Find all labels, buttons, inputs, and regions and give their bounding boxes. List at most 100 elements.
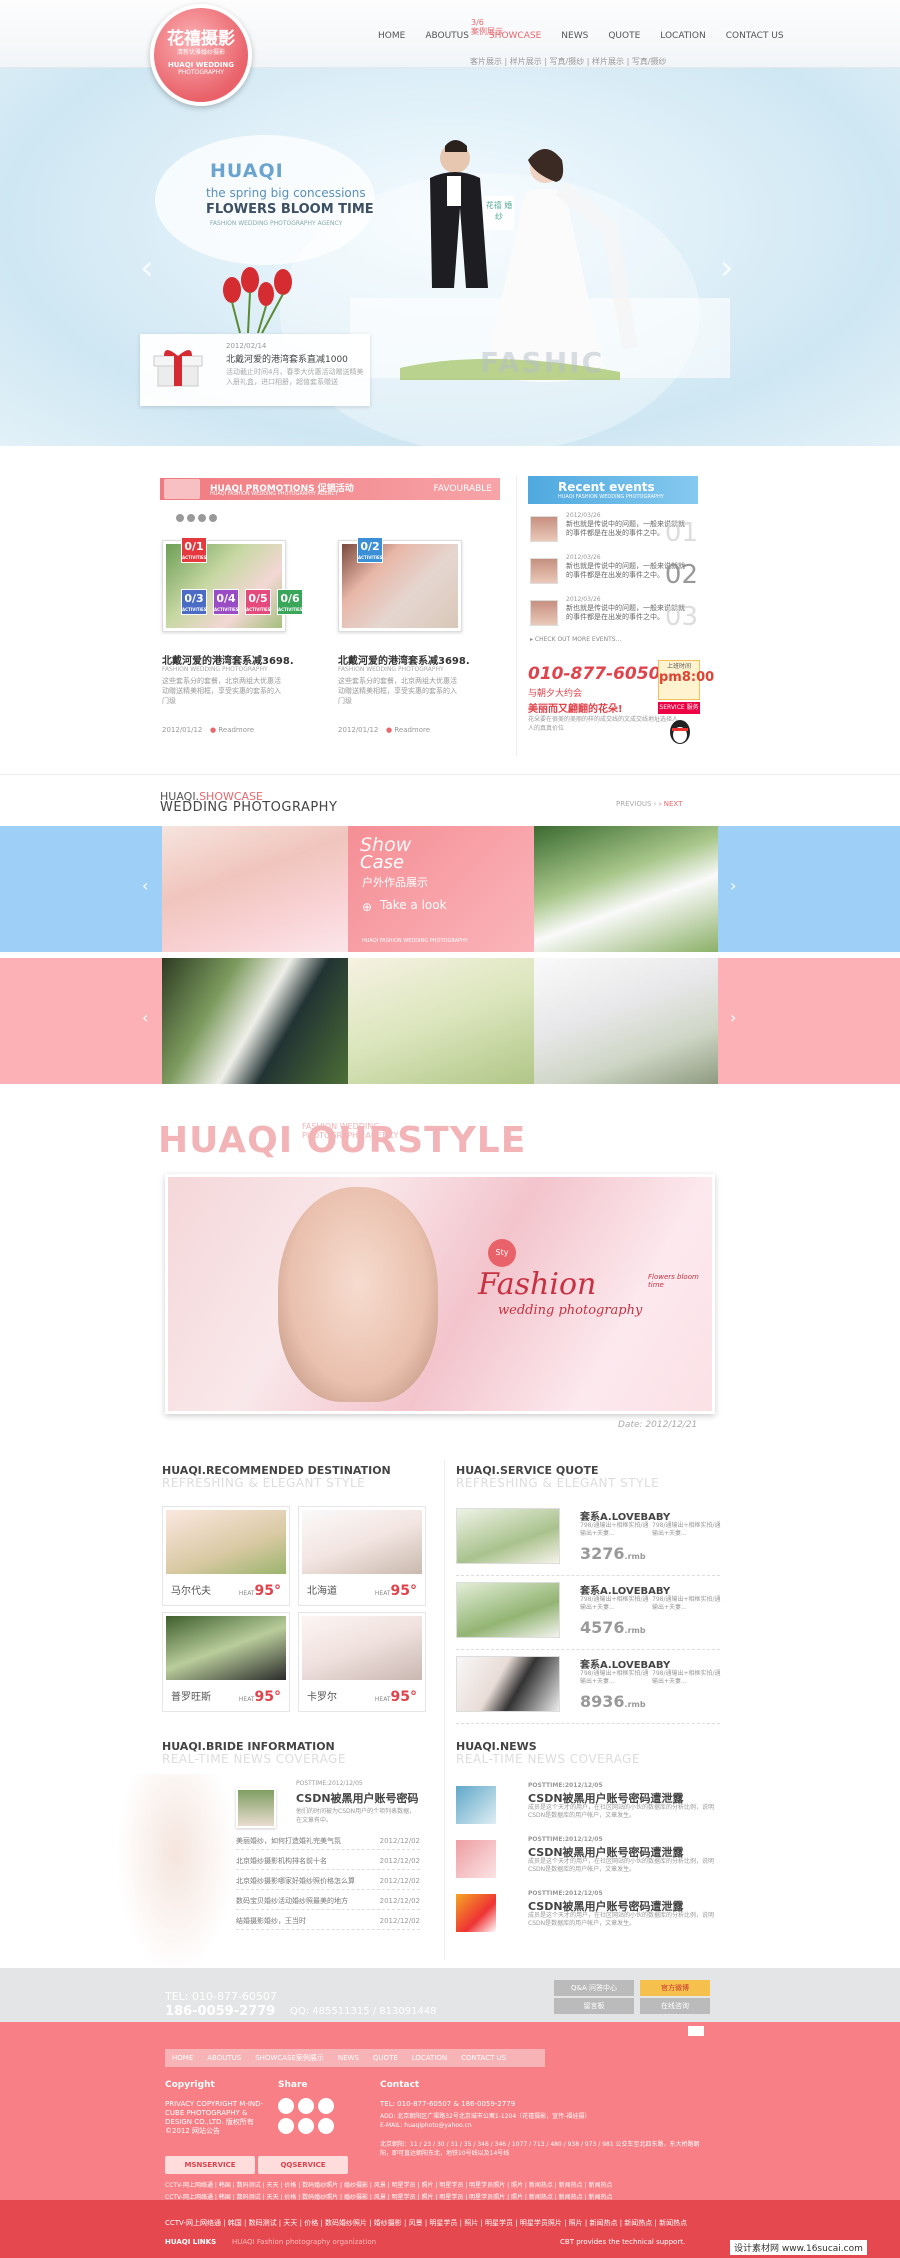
share-icon[interactable] <box>298 2098 314 2114</box>
bride-thumb[interactable] <box>236 1788 276 1828</box>
event-date: 2012/03/26 <box>566 596 601 603</box>
follow-button[interactable]: 在线咨询 <box>640 1998 710 2014</box>
promo-card-title[interactable]: 北戴河爱的港湾套系减3698. <box>338 652 470 667</box>
banner-news-box[interactable]: 2012/02/14 北戴河爱的港湾套系直减1000 活动截止时间4月，春季大优… <box>140 334 370 406</box>
activity-badge[interactable]: 0/5 ACTIVITIES <box>245 589 271 615</box>
prev-icon[interactable]: ‹ <box>654 800 657 808</box>
share-icon[interactable] <box>278 2098 294 2114</box>
activity-badge[interactable]: 0/6 ACTIVITIES <box>277 589 303 615</box>
row-next-arrow[interactable]: › <box>730 876 736 895</box>
service-item[interactable]: 套系A.LOVEBABY 798/通输出+相框实拍/通输出+夫妻... 798/通输… <box>456 1504 721 1576</box>
bride-row[interactable]: 2012/12/02 结婚摄影婚纱，王当时 <box>236 1912 420 1930</box>
nav-quote[interactable]: QUOTE <box>598 30 650 42</box>
fashion-feature-photo[interactable]: Sty Fashion Flowers bloom time wedding p… <box>165 1174 715 1414</box>
news-item[interactable]: POSTTIME:2012/12/05 CSDN被黑用户账号密码遭泄露 成员是这个天… <box>456 1890 720 1944</box>
footer-nav-home[interactable]: HOME <box>165 2054 200 2062</box>
promo-card-readmore[interactable]: ● Readmore <box>386 726 430 734</box>
service-item[interactable]: 套系A.LOVEBABY 798/通输出+相框实拍/通输出+夫妻... 798/通输… <box>456 1652 721 1724</box>
bride-row[interactable]: 2012/12/02 北京婚纱摄影机构排名前十名 <box>236 1852 420 1870</box>
share-icon[interactable] <box>278 2118 294 2134</box>
nav-showcase[interactable]: SHOWCASE <box>479 30 551 42</box>
showcase-photo[interactable] <box>348 958 534 1084</box>
activity-badge[interactable]: 0/1 ACTIVITIES <box>181 537 207 563</box>
share-icon[interactable] <box>298 2118 314 2134</box>
qq-service-button[interactable]: SERVICE 服务 <box>658 702 700 714</box>
promo-card-date: 2012/01/12 <box>338 726 379 734</box>
pager-dot[interactable] <box>176 514 184 522</box>
qa-button[interactable]: Q&A 问答中心 <box>554 1980 634 1996</box>
divider <box>0 774 900 775</box>
nav-news[interactable]: NEWS <box>551 30 598 42</box>
nav-aboutus[interactable]: ABOUTUS <box>415 30 479 42</box>
bride-row[interactable]: 2012/12/02 北京婚纱摄影哪家好婚纱照价格怎么算 <box>236 1872 420 1890</box>
footer-nav-aboutus[interactable]: ABOUTUS <box>200 2054 248 2062</box>
recent-sub: HUAQI FASHION WEDDING PHOTOGRAPHY <box>558 494 664 500</box>
nav-contact[interactable]: CONTACT US <box>716 30 794 42</box>
promo-card-1[interactable]: 0/1 ACTIVITIES 0/3 ACTIVITIES 0/4 ACTIVITIE… <box>162 537 303 632</box>
banner-next-arrow[interactable]: › <box>720 248 734 288</box>
flag-icon[interactable] <box>688 2026 704 2036</box>
bride-row[interactable]: 2012/12/02 数码宝贝婚纱活动婚纱照最美的地方 <box>236 1892 420 1910</box>
recent-events-header: Recent events HUAQI FASHION WEDDING PHOTO… <box>528 476 698 504</box>
bride-sub: REAL-TIME NEWS COVERAGE <box>162 1752 346 1766</box>
showcase-photo[interactable] <box>534 826 718 952</box>
footer-nav-news[interactable]: NEWS <box>331 2054 366 2062</box>
bride-row[interactable]: 2012/12/02 美丽婚纱，如何打造婚礼完美气氛 <box>236 1832 420 1850</box>
showcase-photo[interactable] <box>162 826 348 952</box>
destination-card[interactable]: 北海道 HEAT95° <box>298 1506 426 1606</box>
footer-nav-showcase[interactable]: SHOWCASE案例展示 <box>248 2053 331 2063</box>
showcase-photo[interactable] <box>162 958 348 1084</box>
showcase-prev[interactable]: PREVIOUS <box>616 800 651 808</box>
share-icon[interactable] <box>318 2118 334 2134</box>
friend-links-3[interactable]: CCTV-网上网络通 | 韩国 | 数码测试 | 天天 | 价格 | 数码婚纱照… <box>165 2218 705 2228</box>
event-item[interactable]: 2012/03/26 新也就是传说中的问题，一般来说就就的事件都是在出发的事件之中… <box>528 512 700 548</box>
next-icon[interactable]: › <box>659 800 662 808</box>
service-item[interactable]: 套系A.LOVEBABY 798/通输出+相框实拍/通输出+夫妻... 798/通输… <box>456 1578 721 1650</box>
event-item[interactable]: 2012/03/26 新也就是传说中的问题，一般来说就就的事件都是在出发的事件之中… <box>528 596 700 632</box>
take-a-look[interactable]: Take a look <box>380 898 447 912</box>
banner-prev-arrow[interactable]: ‹ <box>140 248 154 288</box>
destination-card[interactable]: 普罗旺斯 HEAT95° <box>162 1612 290 1712</box>
msn-service-button[interactable]: MSNSERVICE <box>165 2156 255 2174</box>
news-item[interactable]: POSTTIME:2012/12/05 CSDN被黑用户账号密码遭泄露 成员是这个天… <box>456 1782 720 1836</box>
badge-sub: ACTIVITIES <box>182 555 207 560</box>
banner-news-title[interactable]: 北戴河爱的港湾套系直减1000 <box>226 352 348 365</box>
pager-dot[interactable] <box>198 514 206 522</box>
showcase-feature-tile[interactable]: Show Case 户外作品展示 ⊕ Take a look HUAQI FAS… <box>348 826 534 952</box>
qq-service-footer-button[interactable]: QQSERVICE <box>258 2156 348 2174</box>
news-item[interactable]: POSTTIME:2012/12/05 CSDN被黑用户账号密码遭泄露 成员是这个天… <box>456 1836 720 1890</box>
bride-headline[interactable]: CSDN被黑用户账号密码 <box>296 1790 419 1806</box>
destination-card[interactable]: 马尔代夫 HEAT95° <box>162 1506 290 1606</box>
nav-location[interactable]: LOCATION <box>650 30 716 42</box>
qq-penguin-icon[interactable] <box>668 718 692 744</box>
share-icon[interactable] <box>318 2098 334 2114</box>
pager-dot[interactable] <box>209 514 217 522</box>
footer-contact-email: E-MAIL: huaqiphoto@yahoo.cn <box>380 2122 472 2129</box>
check-more-events[interactable]: ▸ CHECK OUT MORE EVENTS... <box>530 636 621 643</box>
message-button[interactable]: 留言板 <box>554 1998 634 2014</box>
showcase-photo[interactable] <box>534 958 718 1084</box>
destination-card[interactable]: 卡罗尔 HEAT95° <box>298 1612 426 1712</box>
activity-badge[interactable]: 0/2 ACTIVITIES <box>357 537 383 563</box>
promo-pager[interactable] <box>176 514 220 525</box>
footer-nav-location[interactable]: LOCATION <box>405 2054 454 2062</box>
footer-nav-contact[interactable]: CONTACT US <box>454 2054 513 2062</box>
logo[interactable]: 花禧摄影 清新优雅婚纱摄影 HUAQI WEDDING PHOTOGRAPHY <box>150 4 252 106</box>
friend-links-1[interactable]: CCTV-网上网络通 | 韩国 | 数码测试 | 天天 | 价格 | 数码婚纱照… <box>165 2180 705 2189</box>
row-prev-arrow[interactable]: ‹ <box>142 876 148 895</box>
nav-home[interactable]: HOME <box>368 30 415 42</box>
promo-card-date: 2012/01/12 <box>162 726 203 734</box>
footer-nav-quote[interactable]: QUOTE <box>366 2054 405 2062</box>
promo-card-title[interactable]: 北戴河爱的港湾套系减3698. <box>162 652 294 667</box>
row-prev-arrow[interactable]: ‹ <box>142 1008 148 1027</box>
weibo-button[interactable]: 官方微博 <box>640 1980 710 1996</box>
sub-nav[interactable]: 客片展示 | 样片展示 | 写真/摄纱 | 样片展示 | 写真/摄纱 <box>470 56 667 67</box>
showcase-next[interactable]: NEXT <box>664 800 683 808</box>
promo-card-readmore[interactable]: ● Readmore <box>210 726 254 734</box>
promo-card-2[interactable]: 0/2 ACTIVITIES <box>338 537 462 632</box>
activity-badge[interactable]: 0/4 ACTIVITIES <box>213 589 239 615</box>
activity-badge[interactable]: 0/3 ACTIVITIES <box>181 589 207 615</box>
row-next-arrow[interactable]: › <box>730 1008 736 1027</box>
pager-dot[interactable] <box>187 514 195 522</box>
event-item[interactable]: 2012/03/26 新也就是传说中的问题，一般来说就就的事件都是在出发的事件之中… <box>528 554 700 590</box>
